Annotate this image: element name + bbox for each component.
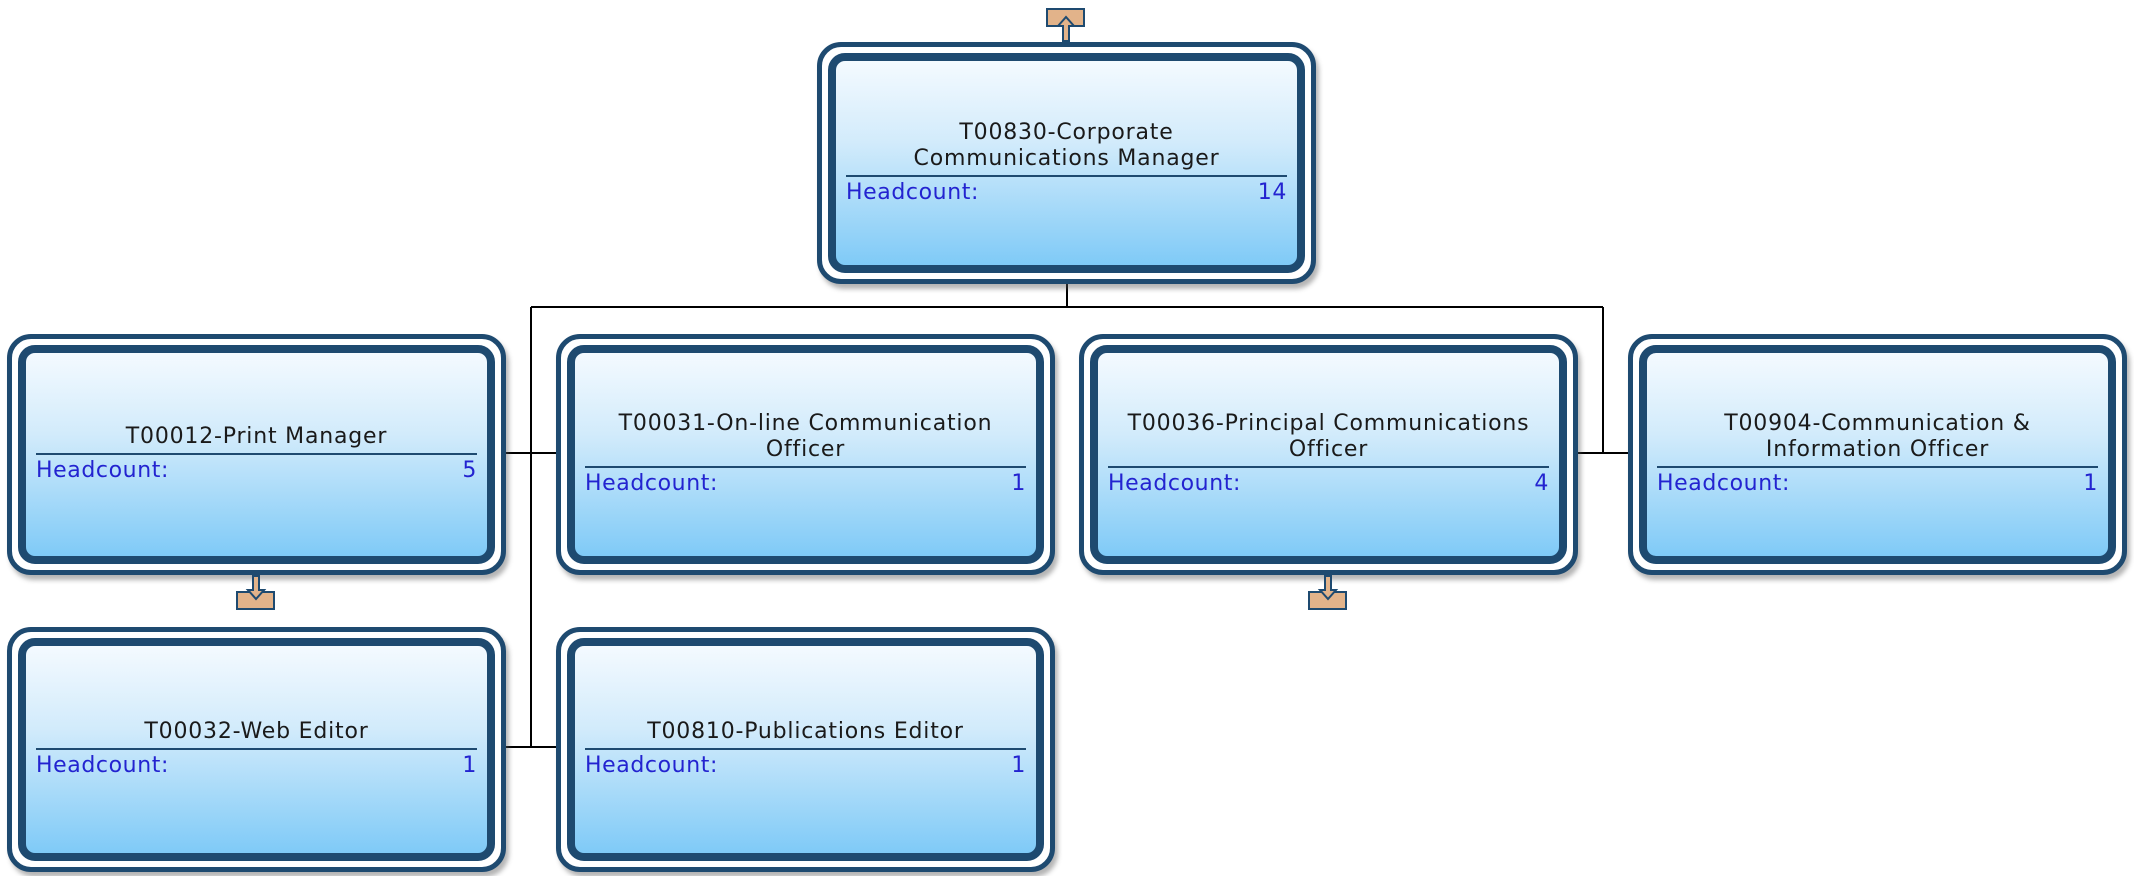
org-node-publications-editor[interactable]: T00810-Publications Editor Headcount: 1: [556, 627, 1055, 872]
node-title-line: T00904-Communication &: [1724, 411, 2031, 436]
node-title-line: Information Officer: [1765, 437, 1990, 462]
org-node-corporate-communications-manager[interactable]: T00830-Corporate Communications Manager …: [817, 42, 1316, 284]
node-title-line: Officer: [1288, 437, 1369, 462]
headcount-value: 4: [1534, 471, 1549, 496]
node-title-line: Officer: [765, 437, 846, 462]
headcount-row: Headcount: 1: [1657, 470, 2098, 498]
node-title: T00904-Communication & Information Offic…: [1657, 411, 2098, 468]
node-title-line: T00032-Web Editor: [144, 719, 369, 744]
headcount-row: Headcount: 1: [36, 752, 477, 780]
node-title: T00810-Publications Editor: [585, 719, 1026, 750]
headcount-label: Headcount:: [1657, 471, 1791, 496]
node-title: T00031-On-line Communication Officer: [585, 411, 1026, 468]
expand-down-arrow-icon[interactable]: [236, 575, 276, 611]
org-node-principal-communications-officer[interactable]: T00036-Principal Communications Officer …: [1079, 334, 1578, 575]
node-title: T00830-Corporate Communications Manager: [846, 120, 1287, 177]
node-title-line: T00810-Publications Editor: [647, 719, 964, 744]
headcount-value: 1: [2083, 471, 2098, 496]
headcount-row: Headcount: 1: [585, 470, 1026, 498]
headcount-label: Headcount:: [1108, 471, 1242, 496]
headcount-row: Headcount: 14: [846, 179, 1287, 207]
node-title-line: Communications Manager: [913, 145, 1220, 171]
headcount-label: Headcount:: [846, 179, 980, 205]
node-title: T00032-Web Editor: [36, 719, 477, 750]
org-node-print-manager[interactable]: T00012-Print Manager Headcount: 5: [7, 334, 506, 575]
org-node-online-communication-officer[interactable]: T00031-On-line Communication Officer Hea…: [556, 334, 1055, 575]
headcount-value: 1: [1011, 471, 1026, 496]
expand-down-arrow-icon[interactable]: [1308, 575, 1348, 611]
node-title: T00036-Principal Communications Officer: [1108, 411, 1549, 468]
headcount-row: Headcount: 4: [1108, 470, 1549, 498]
headcount-value: 14: [1257, 179, 1287, 205]
headcount-label: Headcount:: [36, 753, 170, 778]
org-node-communication-information-officer[interactable]: T00904-Communication & Information Offic…: [1628, 334, 2127, 575]
headcount-row: Headcount: 1: [585, 752, 1026, 780]
node-title-line: T00031-On-line Communication: [618, 411, 993, 436]
node-title-line: T00036-Principal Communications: [1127, 411, 1530, 436]
node-title: T00012-Print Manager: [36, 424, 477, 455]
headcount-label: Headcount:: [36, 458, 170, 483]
headcount-row: Headcount: 5: [36, 457, 477, 485]
expand-up-arrow-icon[interactable]: [1046, 7, 1086, 43]
headcount-value: 5: [462, 458, 477, 483]
node-title-line: T00012-Print Manager: [125, 424, 388, 449]
headcount-label: Headcount:: [585, 753, 719, 778]
headcount-label: Headcount:: [585, 471, 719, 496]
headcount-value: 1: [1011, 753, 1026, 778]
headcount-value: 1: [462, 753, 477, 778]
node-title-line: T00830-Corporate: [959, 119, 1174, 145]
org-node-web-editor[interactable]: T00032-Web Editor Headcount: 1: [7, 627, 506, 872]
